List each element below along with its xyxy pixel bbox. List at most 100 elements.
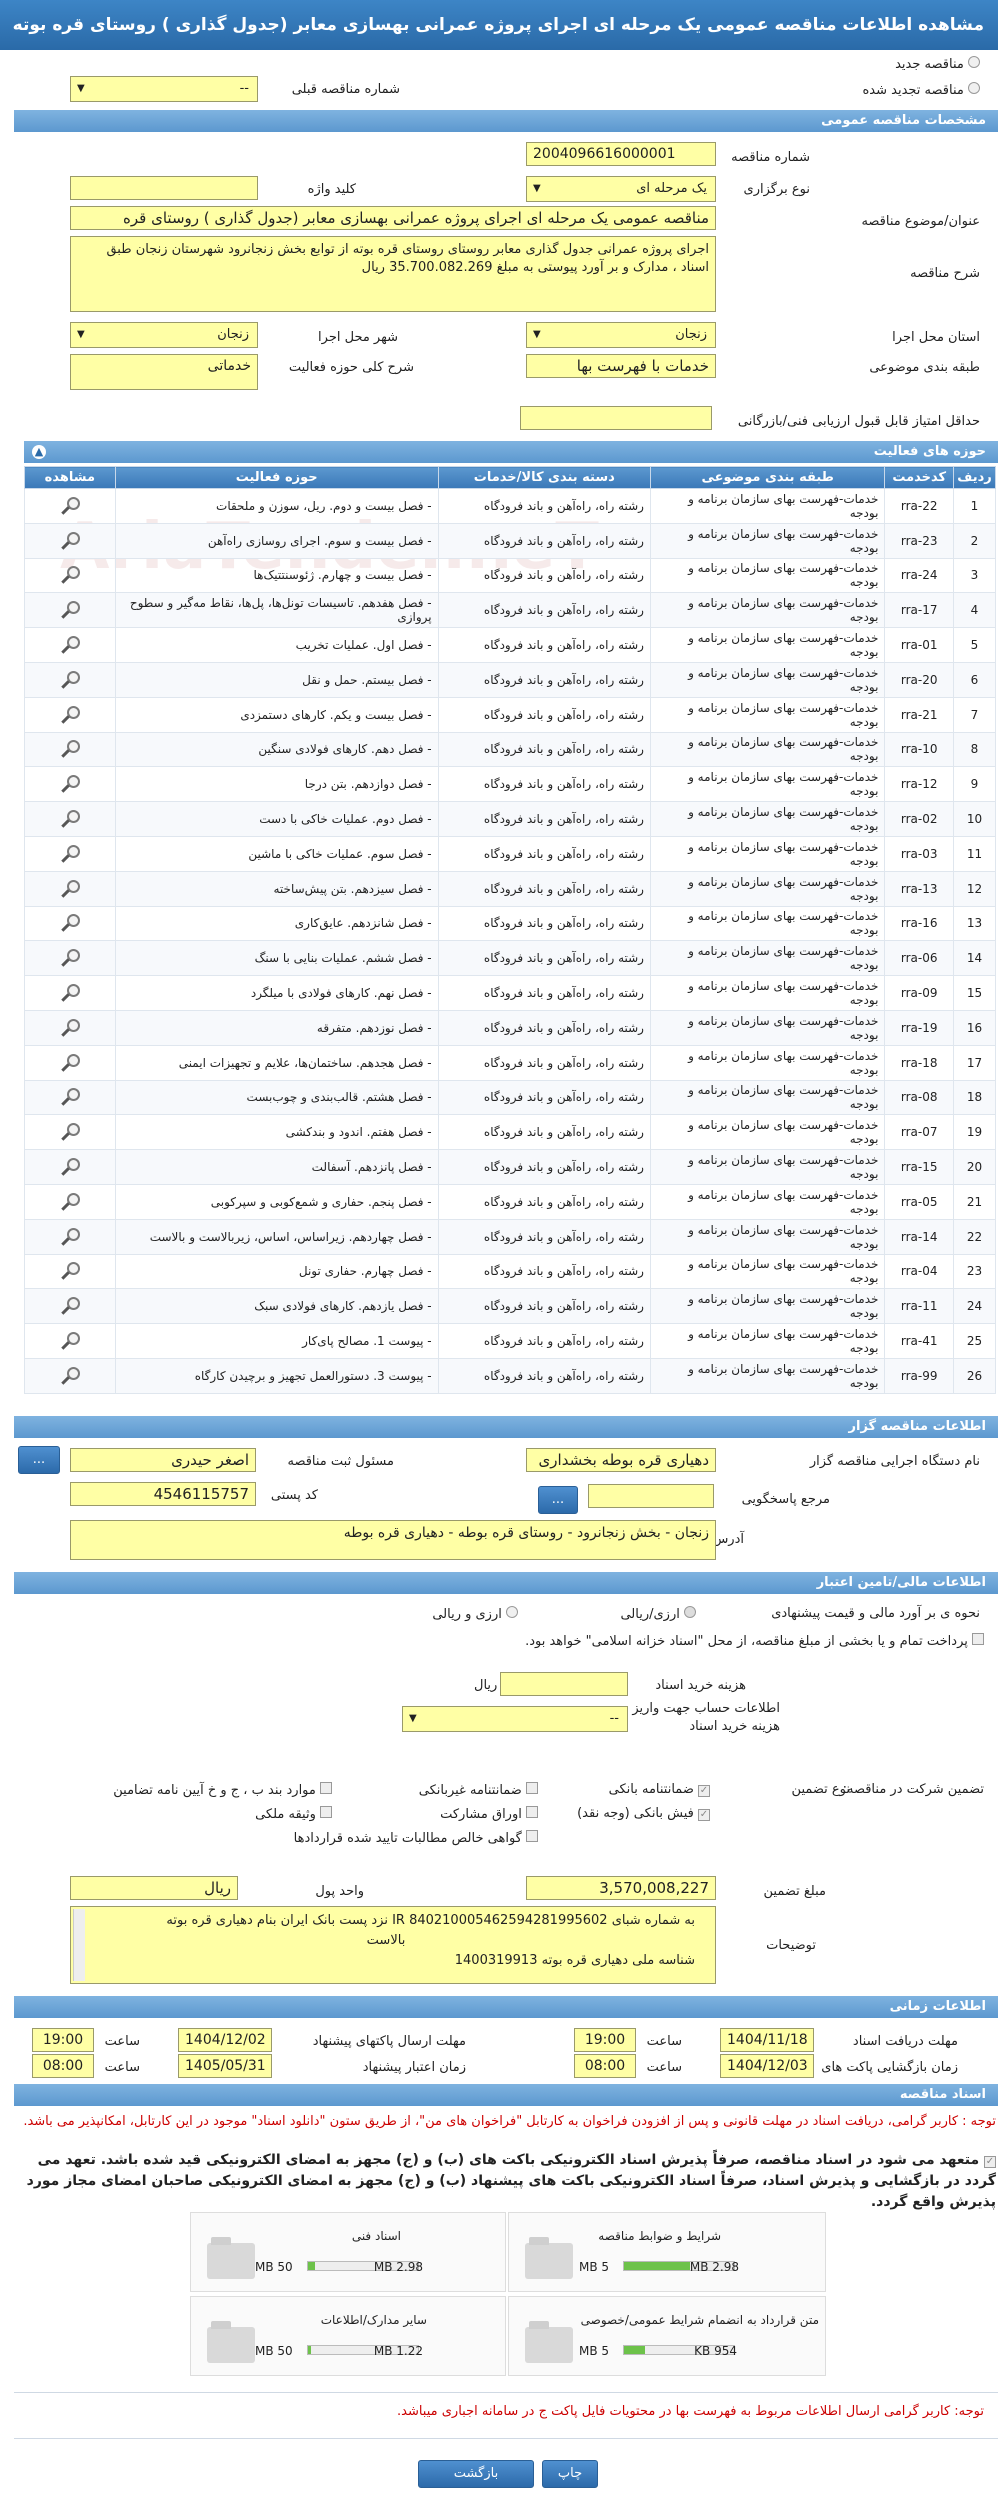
magnifier-icon[interactable]: [55, 1260, 85, 1282]
holding-type-select[interactable]: یک مرحله ای ▼: [526, 176, 716, 202]
view-cell[interactable]: [24, 1114, 116, 1151]
back-button[interactable]: بازگشت: [418, 2460, 534, 2488]
view-cell[interactable]: [24, 1357, 116, 1394]
view-cell[interactable]: [24, 1009, 116, 1046]
recv-time-field[interactable]: 19:00: [574, 2028, 636, 2052]
checkbox-icon[interactable]: [320, 1782, 332, 1794]
magnifier-icon[interactable]: [55, 1330, 85, 1352]
open-time-field[interactable]: 08:00: [574, 2054, 636, 2078]
notes-scrollbar[interactable]: [73, 1909, 85, 1981]
magnifier-icon[interactable]: [55, 634, 85, 656]
send-time-field[interactable]: 19:00: [32, 2028, 94, 2052]
view-cell[interactable]: [24, 731, 116, 768]
guarantee-bank[interactable]: ✓ ضمانتنامه بانکی: [609, 1782, 710, 1797]
view-cell[interactable]: [24, 1183, 116, 1220]
guarantee-cash[interactable]: ✓ فیش بانکی (وجه نقد): [577, 1806, 710, 1821]
magnifier-icon[interactable]: [55, 808, 85, 830]
magnifier-icon[interactable]: [55, 878, 85, 900]
magnifier-icon[interactable]: [55, 1365, 85, 1387]
magnifier-icon[interactable]: [55, 599, 85, 621]
view-cell[interactable]: [24, 905, 116, 942]
magnifier-icon[interactable]: [55, 530, 85, 552]
view-cell[interactable]: [24, 661, 116, 698]
checkbox-icon[interactable]: [320, 1806, 332, 1818]
postal-code-field[interactable]: 4546115757: [70, 1482, 256, 1506]
radio-icon[interactable]: [506, 1606, 518, 1618]
radio-checked-icon[interactable]: [684, 1606, 696, 1618]
magnifier-icon[interactable]: [55, 773, 85, 795]
view-cell[interactable]: [24, 696, 116, 733]
radio-icon[interactable]: [968, 82, 980, 94]
collapse-icon[interactable]: ▲: [32, 445, 46, 459]
magnifier-icon[interactable]: [55, 1295, 85, 1317]
magnifier-icon[interactable]: [55, 982, 85, 1004]
tender-number-field[interactable]: 2004096616000001: [526, 142, 716, 166]
min-score-field[interactable]: [520, 406, 712, 430]
checkbox-checked-icon[interactable]: ✓: [698, 1785, 710, 1797]
activity-scope-field[interactable]: خدماتی: [70, 354, 258, 390]
view-cell[interactable]: [24, 627, 116, 663]
view-cell[interactable]: [24, 1044, 116, 1081]
view-cell[interactable]: [24, 522, 116, 559]
checkbox-icon[interactable]: [526, 1806, 538, 1818]
magnifier-icon[interactable]: [55, 947, 85, 969]
valid-date-field[interactable]: 1405/05/31: [178, 2054, 272, 2078]
recv-date-field[interactable]: 1404/11/18: [720, 2028, 814, 2052]
magnifier-icon[interactable]: [55, 912, 85, 934]
account-select[interactable]: -- ▼: [402, 1706, 628, 1732]
registrar-field[interactable]: اصغر حیدری: [70, 1448, 256, 1472]
province-select[interactable]: زنجان ▼: [526, 322, 716, 348]
method-option-1[interactable]: ارزی/ریالی: [620, 1606, 696, 1622]
view-cell[interactable]: [24, 1218, 116, 1255]
checkbox-icon[interactable]: [972, 1633, 984, 1645]
notes-field[interactable]: به شماره شبای IR 84021000546259428199560…: [70, 1906, 716, 1984]
file-card-technical[interactable]: اسناد فنی 2.98 MB 50 MB: [190, 2212, 506, 2292]
radio-icon[interactable]: [968, 56, 980, 68]
magnifier-icon[interactable]: [55, 1191, 85, 1213]
guarantee-nonbank[interactable]: ضمانتنامه غیربانکی: [419, 1782, 538, 1798]
keyword-field[interactable]: [70, 176, 258, 200]
amount-field[interactable]: 3,570,008,227: [526, 1876, 716, 1900]
registrar-lookup-button[interactable]: ...: [18, 1446, 60, 1474]
view-cell[interactable]: [24, 592, 116, 629]
view-cell[interactable]: [24, 801, 116, 837]
org-name-field[interactable]: دهیاری قره بوطه بخشداری: [526, 1448, 716, 1472]
view-cell[interactable]: [24, 1079, 116, 1116]
category-field[interactable]: خدمات با فهرست بها: [526, 354, 716, 378]
guarantee-property[interactable]: وثیقه ملکی: [255, 1806, 332, 1822]
guarantee-regulation[interactable]: موارد بند ب ، ج و خ آیین نامه تضامین: [113, 1782, 332, 1798]
file-card-other[interactable]: سایر مدارک/اطلاعات 1.22 MB 50 MB: [190, 2296, 506, 2376]
magnifier-icon[interactable]: [55, 1156, 85, 1178]
guarantee-bonds[interactable]: اوراق مشارکت: [440, 1806, 538, 1822]
checkbox-icon[interactable]: [526, 1782, 538, 1794]
magnifier-icon[interactable]: [55, 1086, 85, 1108]
doc-fee-field[interactable]: [500, 1672, 628, 1696]
magnifier-icon[interactable]: [55, 1226, 85, 1248]
magnifier-icon[interactable]: [55, 704, 85, 726]
checkbox-checked-icon[interactable]: ✓: [698, 1809, 710, 1821]
view-cell[interactable]: [24, 766, 116, 803]
view-cell[interactable]: [24, 1323, 116, 1359]
new-tender-radio[interactable]: مناقصه جدید: [895, 56, 980, 72]
magnifier-icon[interactable]: [55, 738, 85, 760]
view-cell[interactable]: [24, 975, 116, 1011]
magnifier-icon[interactable]: [55, 669, 85, 691]
checkbox-icon[interactable]: [526, 1830, 538, 1842]
view-cell[interactable]: [24, 1149, 116, 1185]
view-cell[interactable]: [24, 1288, 116, 1325]
valid-time-field[interactable]: 08:00: [32, 2054, 94, 2078]
renewed-tender-radio[interactable]: مناقصه تجدید شده: [862, 82, 980, 98]
view-cell[interactable]: [24, 557, 116, 594]
view-cell[interactable]: [24, 835, 116, 872]
magnifier-icon[interactable]: [55, 1052, 85, 1074]
send-date-field[interactable]: 1404/12/02: [178, 2028, 272, 2052]
file-card-contract[interactable]: متن قرارداد به انضمام شرایط عمومی/خصوصی …: [508, 2296, 826, 2376]
print-button[interactable]: چاپ: [542, 2460, 598, 2488]
currency-field[interactable]: ریال: [70, 1876, 238, 1900]
view-cell[interactable]: [24, 940, 116, 977]
magnifier-icon[interactable]: [55, 843, 85, 865]
prev-number-select[interactable]: -- ▼: [70, 76, 258, 102]
city-select[interactable]: زنجان ▼: [70, 322, 258, 348]
ref-field[interactable]: [588, 1484, 714, 1508]
guarantee-claims[interactable]: گواهی خالص مطالبات تایید شده قراردادها: [294, 1830, 538, 1846]
